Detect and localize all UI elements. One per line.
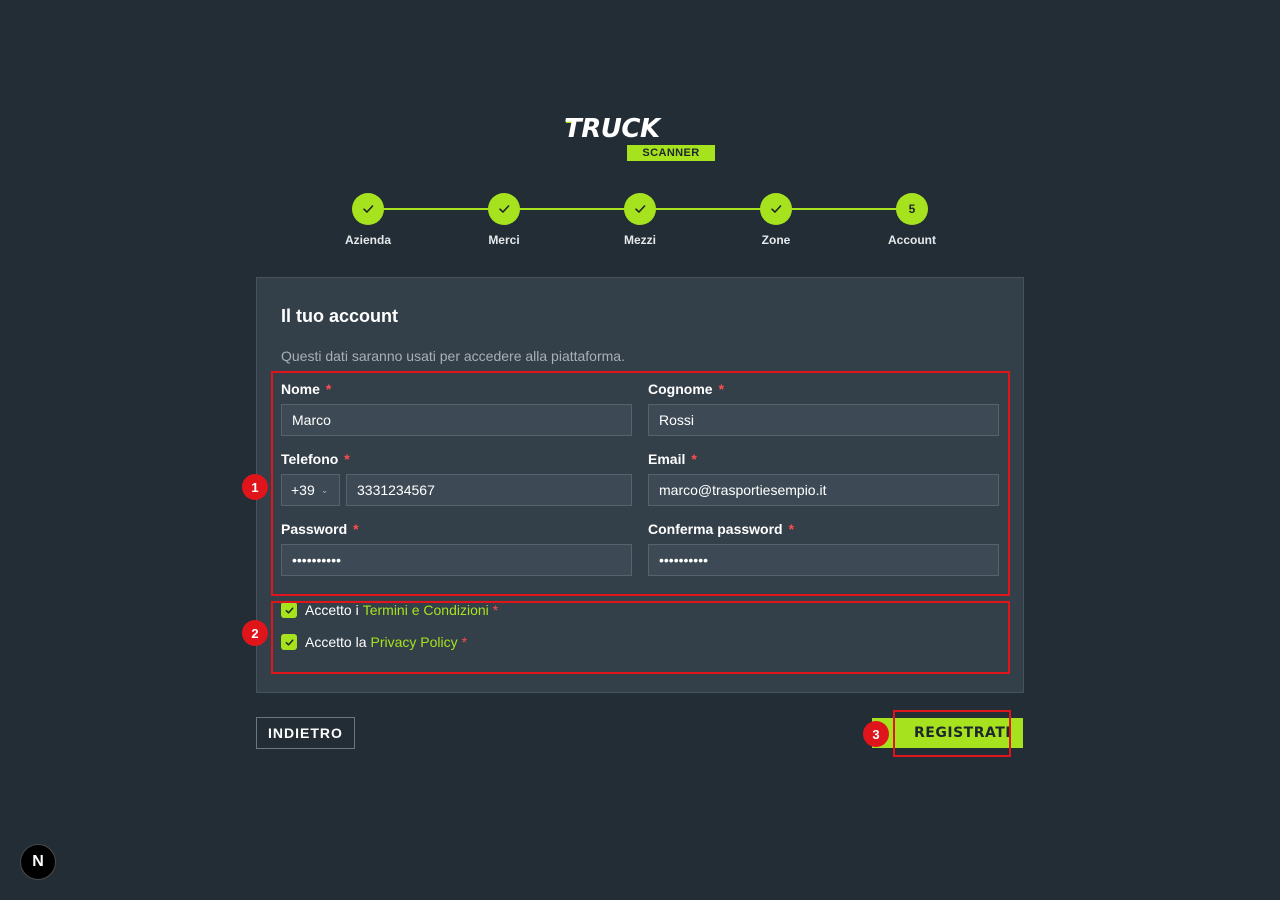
step-label: Account [888,233,936,247]
step-label: Zone [761,233,791,247]
step-completed-badge [352,193,384,225]
email-input[interactable] [648,474,999,506]
step-label: Merci [488,233,520,247]
step-label: Mezzi [623,233,656,247]
nome-input[interactable] [281,404,632,436]
card-title: Il tuo account [281,306,398,326]
step-mezzi: Mezzi [595,193,685,247]
terms-link[interactable]: Termini e Condizioni [363,602,489,618]
account-form-card: Il tuo account Questi dati saranno usati… [256,277,1024,693]
step-azienda: Azienda [323,193,413,247]
country-code-select[interactable]: +39 ⌄ [281,474,340,506]
telefono-label: Telefono * [281,451,350,467]
telefono-input[interactable] [346,474,632,506]
step-merci: Merci [459,193,549,247]
privacy-checkbox[interactable] [281,634,297,650]
telefono-label-text: Telefono [281,451,339,467]
cognome-input[interactable] [648,404,999,436]
email-label: Email * [648,451,697,467]
nome-label: Nome * [281,381,331,397]
required-marker: * [788,521,795,537]
register-button[interactable]: REGISTRATI [872,718,1023,748]
back-button[interactable]: INDIETRO [256,717,355,749]
required-marker: * [325,381,332,397]
card-subtitle: Questi dati saranno usati per accedere a… [281,348,625,364]
password-label: Password * [281,521,359,537]
step-completed-badge [760,193,792,225]
privacy-text: Accetto la [305,634,367,650]
registration-stepper: Azienda Merci Mezzi Zone 5 Account [330,190,950,250]
required-marker: * [461,634,468,650]
conferma-password-label-text: Conferma password [648,521,783,537]
dev-tools-button[interactable]: N [20,844,56,880]
check-icon [499,205,510,213]
privacy-link[interactable]: Privacy Policy [370,634,457,650]
check-icon [285,638,293,646]
logo-sub-text: SCANNER [627,145,715,161]
privacy-consent-row: Accetto la Privacy Policy * [281,634,467,650]
password-label-text: Password [281,521,348,537]
required-marker: * [718,381,725,397]
step-label: Azienda [344,233,391,247]
conferma-password-label: Conferma password * [648,521,794,537]
step-number-badge: 5 [896,193,928,225]
step-account: 5 Account [867,193,957,247]
password-input[interactable] [281,544,632,576]
logo-main-text: TRUCK [564,114,660,144]
required-marker: * [492,602,499,618]
terms-text: Accetto i [305,602,359,618]
terms-consent-row: Accetto i Termini e Condizioni * [281,602,498,618]
truck-scanner-logo: TRUCK SCANNER [564,116,716,162]
step-completed-badge [488,193,520,225]
terms-checkbox[interactable] [281,602,297,618]
required-marker: * [691,451,697,467]
country-code-value: +39 [291,482,315,498]
cognome-label: Cognome * [648,381,724,397]
chevron-down-icon: ⌄ [320,484,329,495]
check-icon [285,606,293,614]
email-label-text: Email [648,451,686,467]
cognome-label-text: Cognome [648,381,713,397]
step-zone: Zone [731,193,821,247]
conferma-password-input[interactable] [648,544,999,576]
check-icon [363,205,374,213]
nome-label-text: Nome [281,381,320,397]
step-completed-badge [624,193,656,225]
check-icon [771,205,782,213]
required-marker: * [344,451,350,467]
required-marker: * [353,521,359,537]
check-icon [635,205,646,213]
